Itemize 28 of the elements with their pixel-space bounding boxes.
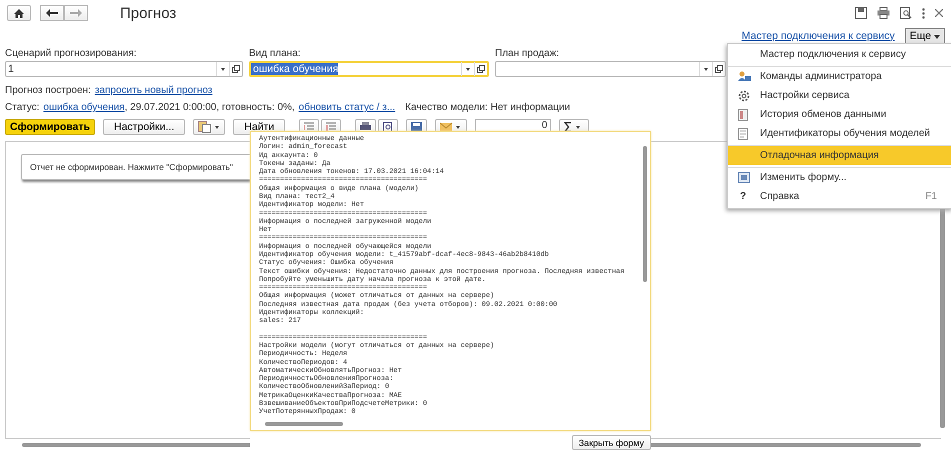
menu-item[interactable]: ? Справка F1 bbox=[728, 187, 951, 206]
menu-item[interactable]: Мастер подключения к сервису bbox=[728, 45, 951, 64]
settings-button[interactable]: Настройки... bbox=[103, 118, 186, 134]
service-wizard-link[interactable]: Мастер подключения к сервису bbox=[742, 30, 895, 42]
input-field[interactable]: ошибка обучения bbox=[249, 61, 489, 77]
shortcut-label: F1 bbox=[925, 191, 938, 202]
field-label: Сценарий прогнозирования: bbox=[5, 48, 138, 59]
more-button[interactable]: Еще bbox=[904, 28, 945, 44]
refresh-status-link[interactable]: обновить статус / з... bbox=[298, 102, 396, 113]
status-label: Статус: bbox=[5, 102, 40, 113]
menu-item[interactable]: Команды администратора bbox=[728, 66, 951, 86]
menu-item[interactable]: Изменить форму... bbox=[728, 167, 951, 187]
field-label: Вид плана: bbox=[249, 48, 302, 59]
request-forecast-link[interactable]: запросить новый прогноз bbox=[94, 85, 212, 96]
menu-item[interactable]: Отладочная информация bbox=[728, 145, 951, 165]
window-title: Прогноз bbox=[120, 4, 176, 22]
generate-button[interactable]: Сформировать bbox=[5, 118, 95, 134]
menu-item[interactable]: История обменов данными bbox=[728, 105, 951, 124]
status-details: , 29.07.2021 0:00:00, готовность: 0%, bbox=[124, 102, 295, 113]
model-quality: Качество модели: Нет информации bbox=[405, 102, 570, 113]
forecast-label: Прогноз построен: bbox=[5, 85, 91, 96]
input-field[interactable]: 1 bbox=[5, 61, 243, 77]
close-form-button[interactable]: Закрыть форму bbox=[572, 435, 651, 450]
menu-item[interactable]: Идентификаторы обучения моделей bbox=[728, 124, 951, 143]
menu-item[interactable]: Настройки сервиса bbox=[728, 86, 951, 105]
field-label: План продаж: bbox=[495, 48, 560, 59]
status-link[interactable]: ошибка обучения bbox=[43, 102, 125, 113]
help-glyph: ? bbox=[739, 191, 746, 202]
